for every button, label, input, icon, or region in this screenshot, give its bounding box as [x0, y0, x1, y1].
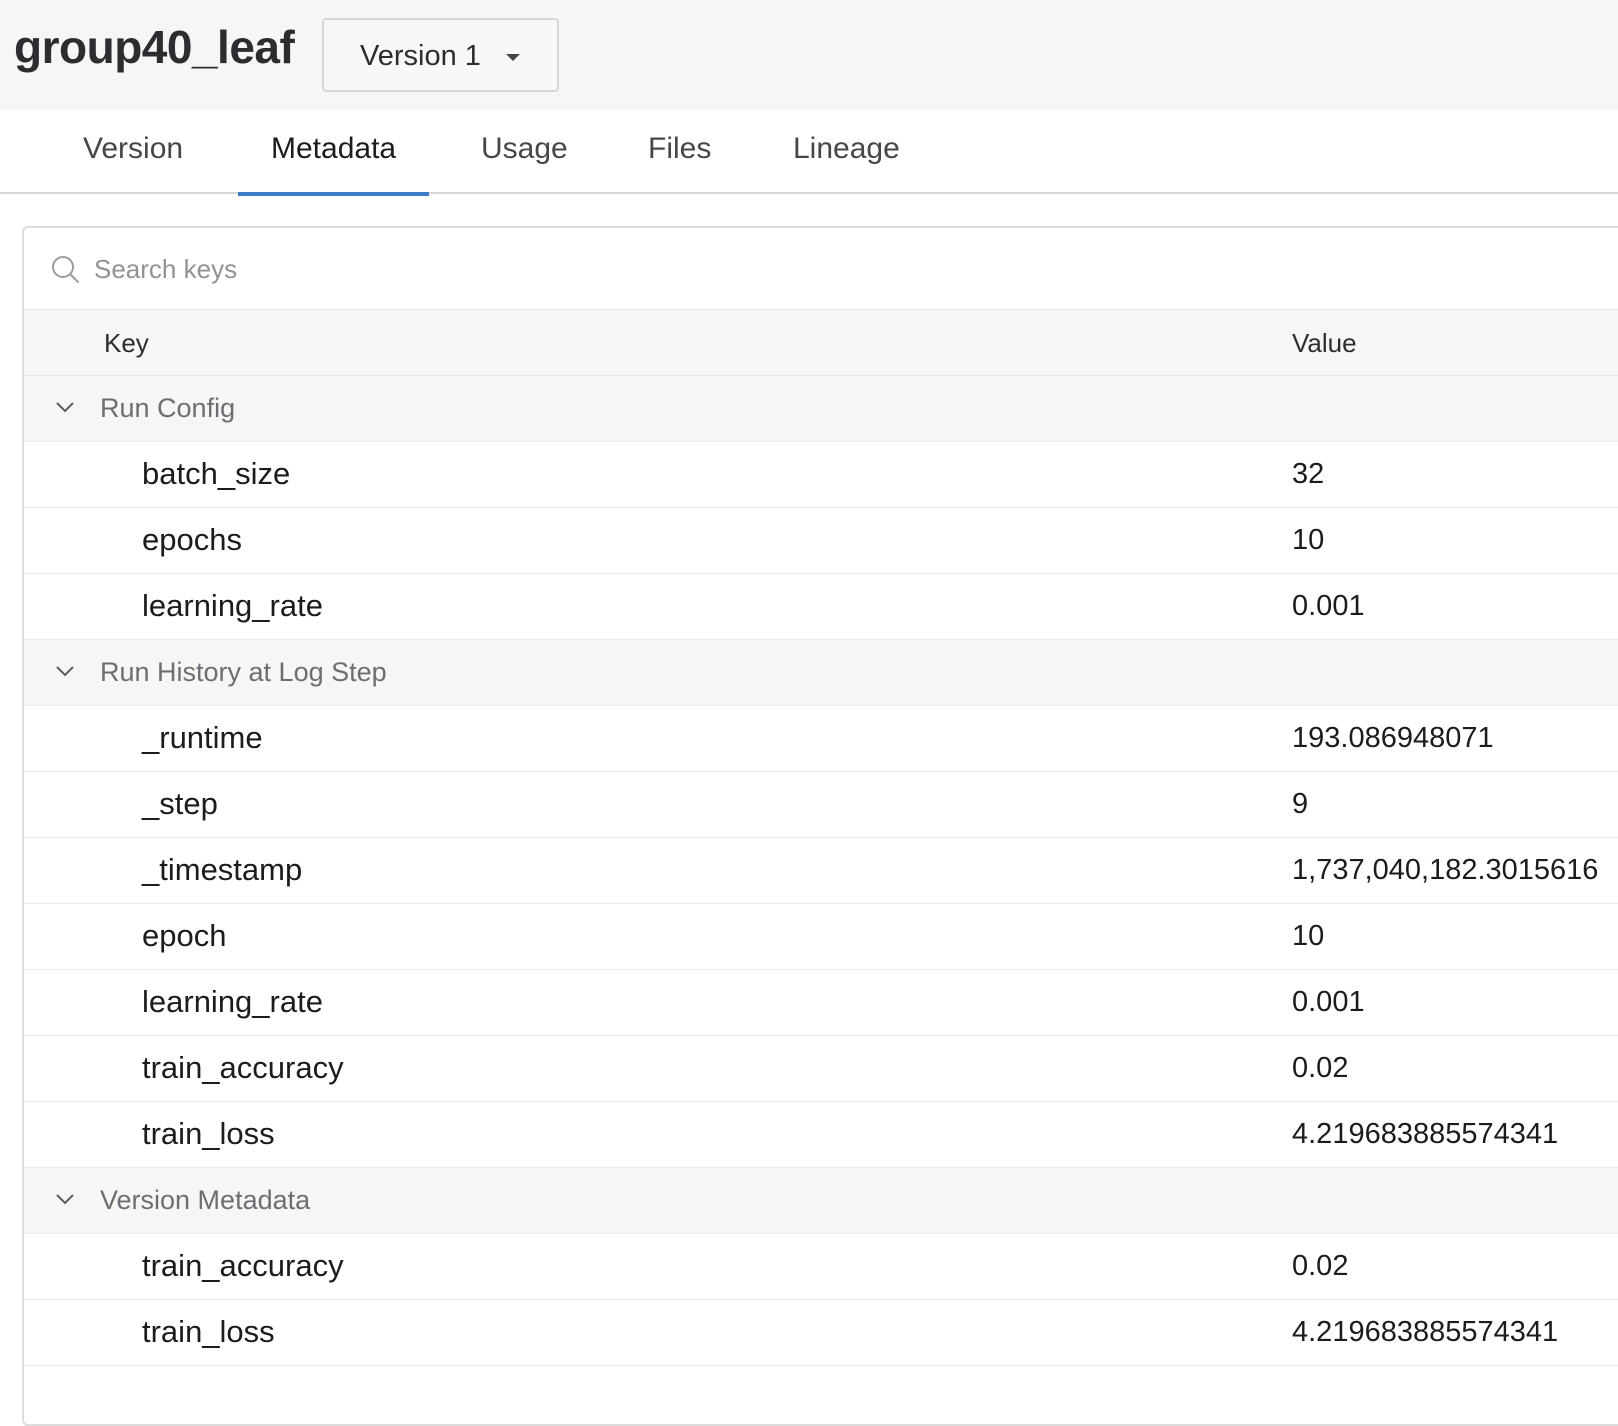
tab-usage[interactable]: Usage — [481, 110, 571, 194]
row-value: 10 — [1292, 524, 1325, 556]
group-row-version-metadata[interactable]: Version Metadata — [24, 1168, 1618, 1234]
row-key: train_loss — [142, 1314, 275, 1349]
column-header-key[interactable]: Key — [104, 328, 149, 359]
group-name: Run Config — [100, 393, 236, 423]
table-row: batch_size 32 — [24, 442, 1618, 508]
tab-label: Metadata — [271, 132, 397, 165]
table-row: epochs 10 — [24, 508, 1618, 574]
metadata-table-body: Run Config batch_size 32 epochs 10 learn… — [24, 376, 1618, 1366]
tab-metadata[interactable]: Metadata — [238, 110, 429, 196]
row-key: train_accuracy — [142, 1050, 344, 1085]
tab-lineage[interactable]: Lineage — [793, 110, 903, 194]
page-title: group40_leaf — [14, 21, 295, 73]
row-key: _timestamp — [142, 852, 303, 887]
table-row: _timestamp 1,737,040,182.3015616 — [24, 838, 1618, 904]
table-row: train_accuracy 0.02 — [24, 1036, 1618, 1102]
tab-label: Lineage — [793, 132, 900, 165]
chevron-down-icon[interactable] — [54, 1188, 76, 1210]
row-value: 9 — [1292, 788, 1309, 820]
row-value: 0.001 — [1292, 590, 1365, 622]
search-input[interactable] — [94, 246, 994, 292]
row-key: batch_size — [142, 456, 291, 491]
row-value: 193.086948071 — [1292, 722, 1494, 754]
group-row-run-history[interactable]: Run History at Log Step — [24, 640, 1618, 706]
row-value: 0.001 — [1292, 986, 1365, 1018]
row-key: epochs — [142, 522, 242, 557]
tab-version[interactable]: Version — [83, 110, 183, 194]
row-key: learning_rate — [142, 588, 323, 623]
caret-down-icon — [506, 54, 520, 61]
version-dropdown-label: Version 1 — [360, 40, 481, 72]
group-name: Run History at Log Step — [100, 657, 387, 687]
row-value: 32 — [1292, 458, 1325, 490]
row-key: _step — [142, 786, 218, 821]
row-key: learning_rate — [142, 984, 323, 1019]
group-name: Version Metadata — [100, 1185, 311, 1215]
search-icon — [52, 256, 79, 283]
row-value: 1,737,040,182.3015616 — [1292, 854, 1599, 886]
row-key: epoch — [142, 918, 227, 953]
row-value: 0.02 — [1292, 1250, 1349, 1282]
table-row: train_loss 4.219683885574341 — [24, 1102, 1618, 1168]
table-row: _runtime 193.086948071 — [24, 706, 1618, 772]
page-header: group40_leaf Version 1 — [0, 0, 1618, 110]
row-value: 4.219683885574341 — [1292, 1118, 1559, 1150]
row-value: 0.02 — [1292, 1052, 1349, 1084]
row-value: 4.219683885574341 — [1292, 1316, 1559, 1348]
row-key: train_accuracy — [142, 1248, 344, 1283]
row-value: 10 — [1292, 920, 1325, 952]
tab-bar: Version Metadata Usage Files Lineage — [0, 110, 1618, 196]
table-row: learning_rate 0.001 — [24, 970, 1618, 1036]
column-header-value[interactable]: Value — [1292, 328, 1357, 359]
chevron-down-icon[interactable] — [54, 396, 76, 418]
table-row: train_accuracy 0.02 — [24, 1234, 1618, 1300]
tab-label: Version — [83, 132, 184, 165]
metadata-panel: Key Value Run Config batch_size 32 epoch… — [22, 226, 1618, 1426]
search-bar — [24, 228, 1618, 310]
table-row: _step 9 — [24, 772, 1618, 838]
tab-files[interactable]: Files — [648, 110, 718, 194]
chevron-down-icon[interactable] — [54, 660, 76, 682]
row-key: _runtime — [142, 720, 263, 755]
table-row: learning_rate 0.001 — [24, 574, 1618, 640]
table-row: train_loss 4.219683885574341 — [24, 1300, 1618, 1366]
tab-label: Files — [648, 132, 712, 165]
tab-label: Usage — [481, 132, 568, 165]
row-key: train_loss — [142, 1116, 275, 1151]
table-header: Key Value — [24, 310, 1618, 376]
version-dropdown[interactable]: Version 1 — [322, 18, 559, 92]
table-row: epoch 10 — [24, 904, 1618, 970]
group-row-run-config[interactable]: Run Config — [24, 376, 1618, 442]
